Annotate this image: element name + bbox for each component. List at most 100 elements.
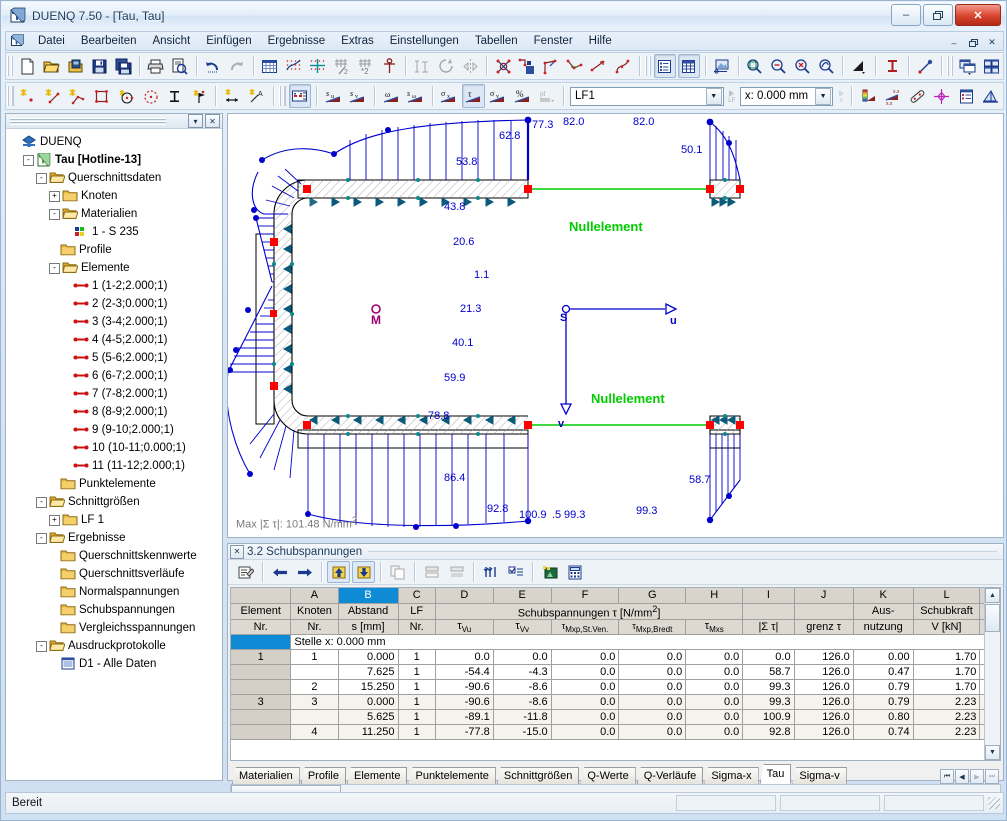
- cell-lf[interactable]: 1: [398, 694, 436, 711]
- loadcase-spin[interactable]: LF: [726, 86, 738, 106]
- tile-windows-icon[interactable]: [980, 54, 1002, 78]
- cell-tmxpbredt[interactable]: 0.0: [618, 679, 687, 696]
- cell-tmxs[interactable]: 0.0: [685, 649, 744, 666]
- cell-lf[interactable]: 1: [398, 649, 436, 666]
- tree-item[interactable]: 8 (8-9;2.000;1): [10, 403, 220, 421]
- su-icon[interactable]: su: [322, 84, 344, 108]
- selection-icon[interactable]: [504, 561, 527, 583]
- collapse-icon[interactable]: -: [36, 172, 47, 184]
- menu-item-einstellungen[interactable]: Einstellungen: [382, 33, 467, 49]
- details-icon[interactable]: [955, 84, 977, 108]
- zoom-previous-icon[interactable]: [816, 54, 838, 78]
- collapse-icon[interactable]: -: [49, 208, 60, 220]
- move-node-icon[interactable]: [516, 54, 538, 78]
- select-nodes-icon[interactable]: [492, 54, 514, 78]
- tree-item[interactable]: 2 (2-3;0.000;1): [10, 295, 220, 313]
- column-header-h[interactable]: H: [685, 588, 744, 604]
- cell-knoten[interactable]: 4: [290, 724, 339, 741]
- tree-item[interactable]: Vergleichsspannungen: [10, 619, 220, 637]
- measure-icon[interactable]: [914, 54, 936, 78]
- sheet-tab-tau[interactable]: Tau: [759, 764, 792, 784]
- cell-tmxs[interactable]: 0.0: [685, 709, 744, 726]
- cell-lf[interactable]: 1: [398, 664, 436, 681]
- tree-item[interactable]: DUENQ: [10, 133, 220, 151]
- maximize-button[interactable]: [923, 4, 953, 26]
- cell-knoten[interactable]: 1: [290, 649, 339, 666]
- column-header-l[interactable]: L: [913, 588, 981, 604]
- column-header-j[interactable]: J: [794, 588, 854, 604]
- cell-ausnutzung[interactable]: 0.79: [853, 679, 914, 696]
- column-header-corner[interactable]: [231, 588, 292, 604]
- table-row[interactable]: 2 15.250 1 -90.6 -8.6 0.0 0.0 0.0 99.3 126.0 0.79 1…: [231, 679, 1000, 696]
- sheet-tab-elemente[interactable]: Elemente: [347, 767, 408, 784]
- tree-item[interactable]: + LF 1: [10, 511, 220, 529]
- cell-sumtau[interactable]: 99.3: [742, 679, 795, 696]
- cell-sumtau[interactable]: 100.9: [742, 709, 795, 726]
- tree-item[interactable]: 9 (9-10;2.000;1): [10, 421, 220, 439]
- tree-item[interactable]: - Schnittgrößen: [10, 493, 220, 511]
- menu-item-hilfe[interactable]: Hilfe: [581, 33, 620, 49]
- internal-forces-icon[interactable]: [288, 84, 312, 108]
- curve-icon[interactable]: [612, 54, 634, 78]
- cell-tvu[interactable]: -90.6: [435, 679, 494, 696]
- color-scale-icon[interactable]: [857, 84, 879, 108]
- cell-grenztau[interactable]: 126.0: [794, 724, 854, 741]
- cell-ausnutzung[interactable]: 0.74: [853, 724, 914, 741]
- navigator-close-button[interactable]: ✕: [205, 114, 220, 128]
- cell-tvv[interactable]: 0.0: [493, 649, 552, 666]
- cell-tmxpbredt[interactable]: 0.0: [618, 664, 687, 681]
- cascade-windows-icon[interactable]: [956, 54, 978, 78]
- tree-item[interactable]: D1 - Alle Daten: [10, 655, 220, 673]
- view-angle-icon[interactable]: [848, 54, 870, 78]
- sigma-v-icon[interactable]: σv: [487, 84, 509, 108]
- polyline-icon[interactable]: [564, 54, 586, 78]
- cell-sumtau[interactable]: 58.7: [742, 664, 795, 681]
- toolbar-grip[interactable]: [7, 86, 14, 106]
- cell-tmxs[interactable]: 0.0: [685, 679, 744, 696]
- tree-item[interactable]: 10 (10-11;0.000;1): [10, 439, 220, 457]
- tree-item[interactable]: Normalspannungen: [10, 583, 220, 601]
- print-preview-icon[interactable]: [169, 54, 191, 78]
- tree-item[interactable]: - Materialien: [10, 205, 220, 223]
- zoom-window-icon[interactable]: [744, 54, 766, 78]
- cell-knoten[interactable]: 3: [290, 694, 339, 711]
- cell-grenztau[interactable]: 126.0: [794, 664, 854, 681]
- document-icon[interactable]: [10, 34, 25, 48]
- tree-item[interactable]: + Knoten: [10, 187, 220, 205]
- cell-tmxpbredt[interactable]: 0.0: [618, 694, 687, 711]
- tree-item[interactable]: Schubspannungen: [10, 601, 220, 619]
- last-sheet-button[interactable]: ⏭: [985, 769, 999, 784]
- cell-abstand[interactable]: 7.625: [338, 664, 399, 681]
- toolbar-grip[interactable]: [644, 56, 651, 76]
- table-close-button[interactable]: ✕: [230, 544, 244, 559]
- tree-item[interactable]: - Tau [Hotline-13]: [10, 151, 220, 169]
- cell-v[interactable]: 2.23: [913, 694, 981, 711]
- toolbar-grip[interactable]: [946, 56, 954, 76]
- resize-grip[interactable]: [988, 797, 1000, 809]
- cell-tmxs[interactable]: 0.0: [685, 664, 744, 681]
- cell-ausnutzung[interactable]: 0.80: [853, 709, 914, 726]
- column-header-d[interactable]: D: [435, 588, 494, 604]
- sheet-tab-profile[interactable]: Profile: [300, 767, 346, 784]
- cell-tmxpstv[interactable]: 0.0: [551, 664, 620, 681]
- new-text-icon[interactable]: A: [246, 84, 268, 108]
- copy-icon[interactable]: [386, 561, 409, 583]
- new-point-element-icon[interactable]: [188, 84, 210, 108]
- menu-item-ansicht[interactable]: Ansicht: [144, 33, 198, 49]
- dimension-icon[interactable]: [411, 54, 433, 78]
- save-all-icon[interactable]: [112, 54, 134, 78]
- cell-v[interactable]: 1.70: [913, 664, 981, 681]
- tree-item[interactable]: 5 (5-6;2.000;1): [10, 349, 220, 367]
- cell-tvu[interactable]: 0.0: [435, 649, 494, 666]
- cell-abstand[interactable]: 5.625: [338, 709, 399, 726]
- tree-item[interactable]: Punktelemente: [10, 475, 220, 493]
- cell-tmxpstv[interactable]: 0.0: [551, 649, 620, 666]
- table-row[interactable]: 7.625 1 -54.4 -4.3 0.0 0.0 0.0 58.7 126.0 0.47 1.7…: [231, 664, 1000, 681]
- new-dimension-icon[interactable]: [221, 84, 243, 108]
- column-header-c[interactable]: C: [398, 588, 436, 604]
- tree-item[interactable]: - Ausdruckprotokolle: [10, 637, 220, 655]
- arc-node-icon[interactable]: [588, 54, 610, 78]
- expand-icon[interactable]: +: [49, 190, 60, 202]
- collapse-icon[interactable]: -: [36, 532, 47, 544]
- row-header-element-nr[interactable]: [231, 709, 292, 726]
